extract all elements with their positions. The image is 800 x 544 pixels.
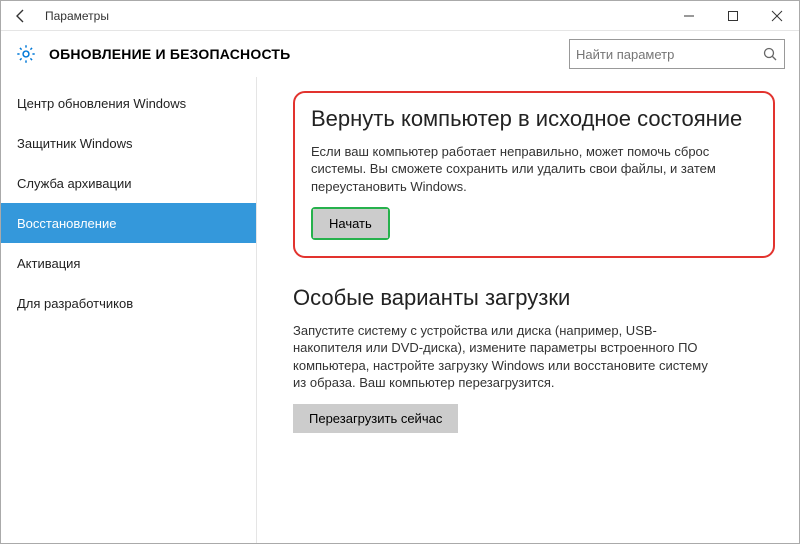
- advanced-startup-section: Особые варианты загрузки Запустите систе…: [293, 284, 775, 433]
- reset-desc: Если ваш компьютер работает неправильно,…: [311, 143, 731, 196]
- settings-window: Параметры ОБНОВЛЕНИЕ И БЕЗОПАСНОСТЬ Цент…: [0, 0, 800, 544]
- maximize-icon: [727, 10, 739, 22]
- reset-pc-section: Вернуть компьютер в исходное состояние Е…: [293, 91, 775, 258]
- start-button-highlight: Начать: [311, 207, 390, 240]
- restart-now-button[interactable]: Перезагрузить сейчас: [293, 404, 458, 433]
- close-button[interactable]: [755, 1, 799, 31]
- sidebar-item-windows-update[interactable]: Центр обновления Windows: [1, 83, 256, 123]
- start-button[interactable]: Начать: [313, 209, 388, 238]
- reset-title: Вернуть компьютер в исходное состояние: [311, 105, 757, 133]
- minimize-button[interactable]: [667, 1, 711, 31]
- sidebar-item-defender[interactable]: Защитник Windows: [1, 123, 256, 163]
- gear-icon: [15, 43, 37, 65]
- back-button[interactable]: [1, 1, 41, 31]
- titlebar: Параметры: [1, 1, 799, 31]
- sidebar-item-backup[interactable]: Служба архивации: [1, 163, 256, 203]
- sidebar-item-developers[interactable]: Для разработчиков: [1, 283, 256, 323]
- search-box[interactable]: [569, 39, 785, 69]
- advanced-desc: Запустите систему с устройства или диска…: [293, 322, 713, 392]
- sidebar-item-label: Служба архивации: [17, 176, 132, 191]
- sidebar-item-label: Защитник Windows: [17, 136, 132, 151]
- section-title: ОБНОВЛЕНИЕ И БЕЗОПАСНОСТЬ: [49, 46, 290, 62]
- body: Центр обновления Windows Защитник Window…: [1, 77, 799, 543]
- window-controls: [667, 1, 799, 31]
- sidebar-item-label: Активация: [17, 256, 80, 271]
- sidebar: Центр обновления Windows Защитник Window…: [1, 77, 257, 543]
- advanced-title: Особые варианты загрузки: [293, 284, 775, 312]
- close-icon: [771, 10, 783, 22]
- header: ОБНОВЛЕНИЕ И БЕЗОПАСНОСТЬ: [1, 31, 799, 77]
- search-icon: [762, 46, 778, 62]
- sidebar-item-recovery[interactable]: Восстановление: [1, 203, 256, 243]
- maximize-button[interactable]: [711, 1, 755, 31]
- search-input[interactable]: [576, 47, 762, 62]
- sidebar-item-label: Восстановление: [17, 216, 116, 231]
- content: Вернуть компьютер в исходное состояние Е…: [257, 77, 799, 543]
- minimize-icon: [683, 10, 695, 22]
- sidebar-item-activation[interactable]: Активация: [1, 243, 256, 283]
- arrow-left-icon: [13, 8, 29, 24]
- sidebar-item-label: Для разработчиков: [17, 296, 133, 311]
- window-title: Параметры: [45, 9, 109, 23]
- sidebar-item-label: Центр обновления Windows: [17, 96, 186, 111]
